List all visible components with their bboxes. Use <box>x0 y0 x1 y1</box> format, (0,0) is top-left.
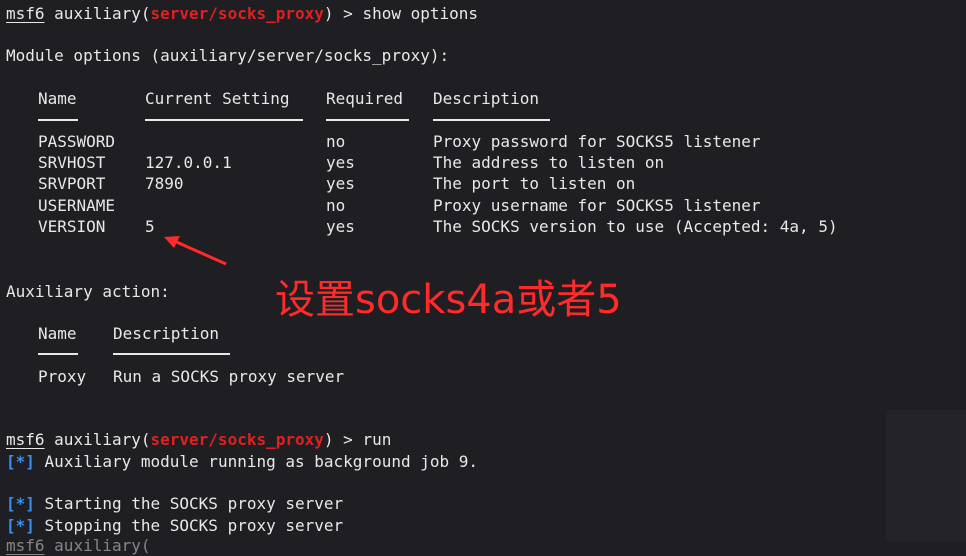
prompt-user: msf6 <box>6 536 45 555</box>
option-value: 5 <box>145 217 155 236</box>
option-name: SRVPORT <box>38 174 106 193</box>
prompt-module: server/socks_proxy <box>150 4 324 23</box>
prompt-module: server/socks_proxy <box>150 430 324 449</box>
output-line: [*] Starting the SOCKS proxy server <box>6 493 343 514</box>
prompt-line-show-options: msf6 auxiliary(server/socks_proxy) > sho… <box>6 3 478 24</box>
header-underline <box>326 119 409 121</box>
output-text: Auxiliary module running as background j… <box>44 452 479 471</box>
option-name: USERNAME <box>38 196 116 215</box>
prompt-auxiliary: auxiliary( <box>54 430 151 449</box>
prompt-gt: > <box>343 430 353 449</box>
option-name: VERSION <box>38 217 106 236</box>
prompt-line-partial: msf6 auxiliary( <box>6 535 151 556</box>
arrow-icon <box>164 236 227 266</box>
background-window-edge <box>886 410 966 541</box>
status-marker: [*] <box>6 452 35 471</box>
module-options-header: Module options (auxiliary/server/socks_p… <box>6 46 450 65</box>
header-underline <box>38 119 78 121</box>
col-header-description: Description <box>433 89 539 108</box>
action-description: Run a SOCKS proxy server <box>113 367 345 386</box>
option-required: yes <box>326 217 355 236</box>
header-underline <box>145 119 303 121</box>
col-header-name: Name <box>38 324 77 343</box>
prompt-user: msf6 <box>6 4 45 23</box>
option-name: PASSWORD <box>38 132 116 151</box>
option-required: no <box>326 196 346 215</box>
prompt-close: ) <box>323 430 334 449</box>
option-value: 127.0.0.1 <box>145 153 232 172</box>
col-header-description: Description <box>113 324 219 343</box>
status-marker: [*] <box>6 516 35 535</box>
option-description: The SOCKS version to use (Accepted: 4a, … <box>433 217 838 236</box>
option-required: no <box>326 132 346 151</box>
output-text: Starting the SOCKS proxy server <box>44 494 344 513</box>
option-name: SRVHOST <box>38 153 106 172</box>
prompt-auxiliary: auxiliary( <box>54 4 151 23</box>
command-run: run <box>362 430 392 449</box>
col-header-name: Name <box>38 89 77 108</box>
prompt-auxiliary: auxiliary( <box>54 536 151 555</box>
header-underline <box>38 353 78 355</box>
header-underline <box>113 353 230 355</box>
prompt-close: ) <box>323 4 334 23</box>
option-required: yes <box>326 153 355 172</box>
prompt-user: msf6 <box>6 430 45 449</box>
option-description: Proxy username for SOCKS5 listener <box>433 196 761 215</box>
option-value: 7890 <box>145 174 184 193</box>
option-description: The port to listen on <box>433 174 636 193</box>
output-text: Stopping the SOCKS proxy server <box>44 516 344 535</box>
status-marker: [*] <box>6 494 35 513</box>
action-name: Proxy <box>38 367 87 386</box>
annotation-text: 设置socks4a或者5 <box>275 277 622 323</box>
output-line: [*] Auxiliary module running as backgrou… <box>6 451 478 472</box>
output-line: [*] Stopping the SOCKS proxy server <box>6 515 343 536</box>
col-header-current-setting: Current Setting <box>145 89 290 108</box>
auxiliary-action-header: Auxiliary action: <box>6 282 170 301</box>
option-description: Proxy password for SOCKS5 listener <box>433 132 761 151</box>
prompt-gt: > <box>343 4 353 23</box>
option-description: The address to listen on <box>433 153 665 172</box>
command-show-options: show options <box>362 4 479 23</box>
option-required: yes <box>326 174 355 193</box>
prompt-line-run: msf6 auxiliary(server/socks_proxy) > run <box>6 429 391 450</box>
header-underline <box>433 119 550 121</box>
col-header-required: Required <box>326 89 404 108</box>
